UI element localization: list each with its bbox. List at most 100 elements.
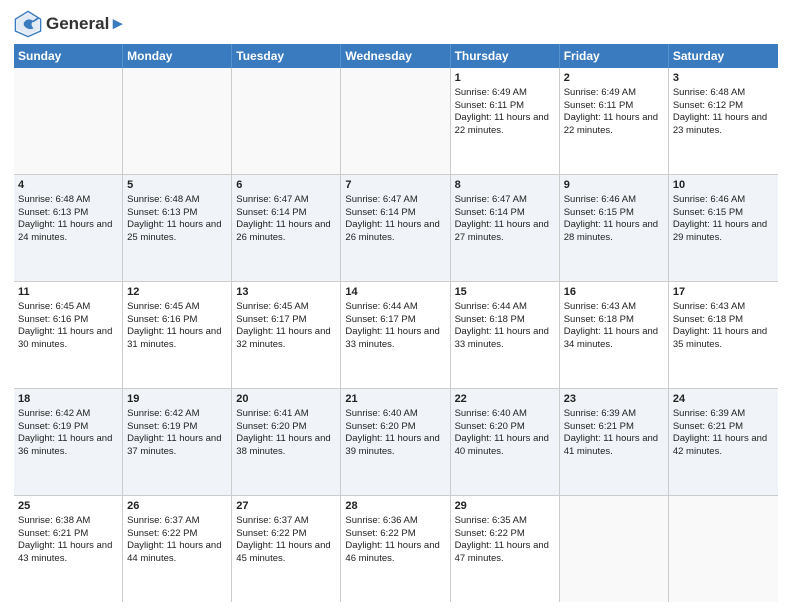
calendar-day-7: 7Sunrise: 6:47 AMSunset: 6:14 PMDaylight… <box>341 175 450 281</box>
day-info: Sunset: 6:22 PM <box>345 528 445 541</box>
day-info: Sunset: 6:19 PM <box>127 421 227 434</box>
day-number: 22 <box>455 392 555 407</box>
day-info: Daylight: 11 hours and 40 minutes. <box>455 433 555 459</box>
day-info: Sunset: 6:20 PM <box>455 421 555 434</box>
calendar-day-12: 12Sunrise: 6:45 AMSunset: 6:16 PMDayligh… <box>123 282 232 388</box>
day-info: Sunrise: 6:35 AM <box>455 515 555 528</box>
day-info: Sunrise: 6:49 AM <box>564 87 664 100</box>
day-info: Sunset: 6:18 PM <box>564 314 664 327</box>
calendar-day-4: 4Sunrise: 6:48 AMSunset: 6:13 PMDaylight… <box>14 175 123 281</box>
day-info: Sunset: 6:14 PM <box>236 207 336 220</box>
day-number: 23 <box>564 392 664 407</box>
day-info: Sunset: 6:12 PM <box>673 100 774 113</box>
day-info: Sunrise: 6:45 AM <box>127 301 227 314</box>
day-info: Daylight: 11 hours and 23 minutes. <box>673 112 774 138</box>
day-info: Sunset: 6:21 PM <box>564 421 664 434</box>
day-info: Daylight: 11 hours and 26 minutes. <box>236 219 336 245</box>
day-number: 15 <box>455 285 555 300</box>
calendar-day-24: 24Sunrise: 6:39 AMSunset: 6:21 PMDayligh… <box>669 389 778 495</box>
day-info: Sunset: 6:17 PM <box>236 314 336 327</box>
day-info: Daylight: 11 hours and 30 minutes. <box>18 326 118 352</box>
calendar-empty-cell <box>669 496 778 602</box>
calendar-day-28: 28Sunrise: 6:36 AMSunset: 6:22 PMDayligh… <box>341 496 450 602</box>
calendar-day-18: 18Sunrise: 6:42 AMSunset: 6:19 PMDayligh… <box>14 389 123 495</box>
calendar-empty-cell <box>232 68 341 174</box>
page: General► SundayMondayTuesdayWednesdayThu… <box>0 0 792 612</box>
day-info: Sunset: 6:21 PM <box>18 528 118 541</box>
day-info: Sunset: 6:19 PM <box>18 421 118 434</box>
calendar-day-22: 22Sunrise: 6:40 AMSunset: 6:20 PMDayligh… <box>451 389 560 495</box>
day-info: Sunrise: 6:44 AM <box>345 301 445 314</box>
day-info: Sunset: 6:18 PM <box>455 314 555 327</box>
day-number: 18 <box>18 392 118 407</box>
day-info: Sunrise: 6:45 AM <box>236 301 336 314</box>
logo-icon <box>14 10 42 38</box>
day-number: 10 <box>673 178 774 193</box>
day-number: 9 <box>564 178 664 193</box>
day-number: 4 <box>18 178 118 193</box>
calendar-day-25: 25Sunrise: 6:38 AMSunset: 6:21 PMDayligh… <box>14 496 123 602</box>
calendar-day-10: 10Sunrise: 6:46 AMSunset: 6:15 PMDayligh… <box>669 175 778 281</box>
day-number: 8 <box>455 178 555 193</box>
day-info: Sunrise: 6:37 AM <box>236 515 336 528</box>
day-info: Sunset: 6:14 PM <box>455 207 555 220</box>
day-header-monday: Monday <box>123 44 232 68</box>
day-header-tuesday: Tuesday <box>232 44 341 68</box>
calendar-empty-cell <box>14 68 123 174</box>
day-info: Daylight: 11 hours and 24 minutes. <box>18 219 118 245</box>
day-info: Daylight: 11 hours and 34 minutes. <box>564 326 664 352</box>
day-info: Sunrise: 6:46 AM <box>564 194 664 207</box>
day-header-wednesday: Wednesday <box>341 44 450 68</box>
day-info: Daylight: 11 hours and 33 minutes. <box>455 326 555 352</box>
day-info: Sunrise: 6:44 AM <box>455 301 555 314</box>
day-header-friday: Friday <box>560 44 669 68</box>
day-number: 27 <box>236 499 336 514</box>
day-info: Daylight: 11 hours and 33 minutes. <box>345 326 445 352</box>
day-number: 17 <box>673 285 774 300</box>
day-info: Sunset: 6:21 PM <box>673 421 774 434</box>
day-info: Sunset: 6:22 PM <box>455 528 555 541</box>
calendar-empty-cell <box>560 496 669 602</box>
day-info: Sunrise: 6:42 AM <box>18 408 118 421</box>
day-header-saturday: Saturday <box>669 44 778 68</box>
day-info: Sunrise: 6:47 AM <box>236 194 336 207</box>
day-info: Sunset: 6:15 PM <box>564 207 664 220</box>
calendar-day-15: 15Sunrise: 6:44 AMSunset: 6:18 PMDayligh… <box>451 282 560 388</box>
day-number: 12 <box>127 285 227 300</box>
day-info: Sunrise: 6:47 AM <box>455 194 555 207</box>
day-info: Daylight: 11 hours and 22 minutes. <box>455 112 555 138</box>
day-number: 19 <box>127 392 227 407</box>
day-info: Sunrise: 6:37 AM <box>127 515 227 528</box>
calendar-week-4: 18Sunrise: 6:42 AMSunset: 6:19 PMDayligh… <box>14 389 778 496</box>
day-number: 6 <box>236 178 336 193</box>
day-info: Daylight: 11 hours and 39 minutes. <box>345 433 445 459</box>
day-number: 11 <box>18 285 118 300</box>
calendar-day-3: 3Sunrise: 6:48 AMSunset: 6:12 PMDaylight… <box>669 68 778 174</box>
calendar-empty-cell <box>341 68 450 174</box>
day-info: Sunrise: 6:36 AM <box>345 515 445 528</box>
day-info: Sunset: 6:11 PM <box>455 100 555 113</box>
day-info: Daylight: 11 hours and 36 minutes. <box>18 433 118 459</box>
day-info: Sunrise: 6:43 AM <box>564 301 664 314</box>
day-info: Daylight: 11 hours and 28 minutes. <box>564 219 664 245</box>
day-info: Sunrise: 6:46 AM <box>673 194 774 207</box>
calendar-day-9: 9Sunrise: 6:46 AMSunset: 6:15 PMDaylight… <box>560 175 669 281</box>
day-info: Sunrise: 6:48 AM <box>673 87 774 100</box>
day-info: Daylight: 11 hours and 27 minutes. <box>455 219 555 245</box>
day-info: Daylight: 11 hours and 26 minutes. <box>345 219 445 245</box>
day-number: 13 <box>236 285 336 300</box>
day-info: Sunrise: 6:39 AM <box>673 408 774 421</box>
day-info: Sunset: 6:13 PM <box>127 207 227 220</box>
day-info: Daylight: 11 hours and 38 minutes. <box>236 433 336 459</box>
day-info: Daylight: 11 hours and 45 minutes. <box>236 540 336 566</box>
calendar: SundayMondayTuesdayWednesdayThursdayFrid… <box>14 44 778 602</box>
day-info: Sunrise: 6:45 AM <box>18 301 118 314</box>
day-info: Daylight: 11 hours and 25 minutes. <box>127 219 227 245</box>
day-info: Sunrise: 6:38 AM <box>18 515 118 528</box>
day-info: Sunset: 6:17 PM <box>345 314 445 327</box>
calendar-day-1: 1Sunrise: 6:49 AMSunset: 6:11 PMDaylight… <box>451 68 560 174</box>
calendar-day-5: 5Sunrise: 6:48 AMSunset: 6:13 PMDaylight… <box>123 175 232 281</box>
day-number: 1 <box>455 71 555 86</box>
calendar-week-5: 25Sunrise: 6:38 AMSunset: 6:21 PMDayligh… <box>14 496 778 602</box>
day-info: Daylight: 11 hours and 31 minutes. <box>127 326 227 352</box>
